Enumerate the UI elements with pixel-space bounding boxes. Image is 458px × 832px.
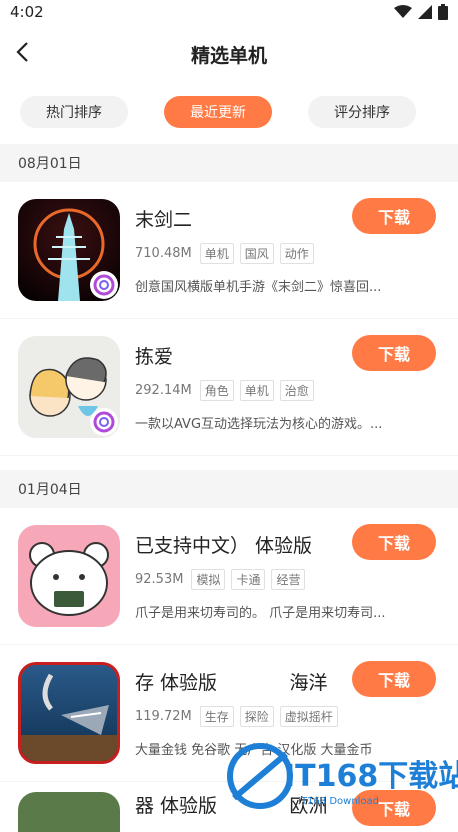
item-tag: 卡通 — [231, 569, 266, 590]
item-desc: 创意国风横版单机手游《末剑二》惊喜回... — [135, 279, 382, 295]
status-icons — [394, 4, 448, 20]
item-tag: 单机 — [239, 380, 274, 401]
sort-tabs: 热门排序 最近更新 评分排序 — [0, 96, 458, 130]
tab-rating[interactable]: 评分排序 — [308, 96, 416, 128]
battery-icon — [438, 4, 448, 20]
app-icon — [18, 525, 120, 627]
status-time: 4:02 — [10, 3, 44, 21]
app-icon-art — [21, 673, 117, 761]
list-item[interactable]: 末剑二 710.48M 单机 国风 动作 创意国风横版单机手游《末剑二》惊喜回.… — [0, 182, 458, 319]
wifi-icon — [394, 5, 412, 18]
game-badge-icon — [90, 408, 118, 436]
header: 精选单机 — [0, 24, 458, 84]
status-bar: 4:02 — [0, 0, 458, 24]
item-meta: 119.72M 生存 探险 虚拟摇杆 — [135, 705, 440, 729]
list-item[interactable]: 已支持中文） 体验版 92.53M 模拟 卡通 经营 爪子是用来切寿司的。 爪子… — [0, 508, 458, 645]
app-icon — [18, 336, 120, 438]
tab-recent[interactable]: 最近更新 — [164, 96, 272, 128]
watermark-logo: IT168下载站 IT168 Download — [227, 743, 458, 809]
item-tag: 角色 — [199, 380, 234, 401]
item-desc: 爪子是用来切寿司的。 爪子是用来切寿司... — [135, 605, 386, 621]
download-button[interactable]: 下载 — [352, 198, 436, 234]
app-icon — [18, 792, 120, 832]
item-size: 119.72M — [135, 709, 192, 724]
item-tag: 生存 — [199, 706, 234, 727]
item-size: 710.48M — [135, 246, 192, 261]
download-button[interactable]: 下载 — [352, 335, 436, 371]
item-meta: 710.48M 单机 国风 动作 — [135, 242, 440, 266]
item-tag: 动作 — [279, 243, 314, 264]
tab-hot[interactable]: 热门排序 — [20, 96, 128, 128]
item-tag: 虚拟摇杆 — [279, 706, 338, 727]
item-tag: 国风 — [239, 243, 274, 264]
item-size: 92.53M — [135, 572, 184, 587]
list-item[interactable]: 拣爱 292.14M 角色 单机 治愈 一款以AVG互动选择玩法为核心的游戏。.… — [0, 319, 458, 456]
watermark-text: IT168下载站 — [284, 759, 458, 794]
section-date: 08月01日 — [0, 144, 458, 182]
download-button[interactable]: 下载 — [352, 661, 436, 697]
item-desc: 一款以AVG互动选择玩法为核心的游戏。... — [135, 416, 383, 432]
chevron-left-icon — [16, 42, 28, 62]
download-button[interactable]: 下载 — [352, 524, 436, 560]
game-badge-icon — [90, 271, 118, 299]
item-tag: 经营 — [271, 569, 306, 590]
item-tag: 探险 — [239, 706, 274, 727]
item-tag: 治愈 — [279, 380, 314, 401]
watermark-subtext: IT168 Download — [298, 796, 379, 807]
page-title: 精选单机 — [190, 44, 267, 67]
item-tag: 单机 — [199, 243, 234, 264]
app-icon — [18, 662, 120, 764]
app-icon-art — [29, 542, 109, 616]
item-tag: 模拟 — [191, 569, 226, 590]
item-meta: 292.14M 角色 单机 治愈 — [135, 379, 440, 403]
back-button[interactable] — [8, 38, 36, 66]
section-date: 01月04日 — [0, 470, 458, 508]
item-meta: 92.53M 模拟 卡通 经营 — [135, 568, 440, 592]
app-icon — [18, 199, 120, 301]
signal-icon — [418, 5, 432, 19]
item-size: 292.14M — [135, 383, 192, 398]
